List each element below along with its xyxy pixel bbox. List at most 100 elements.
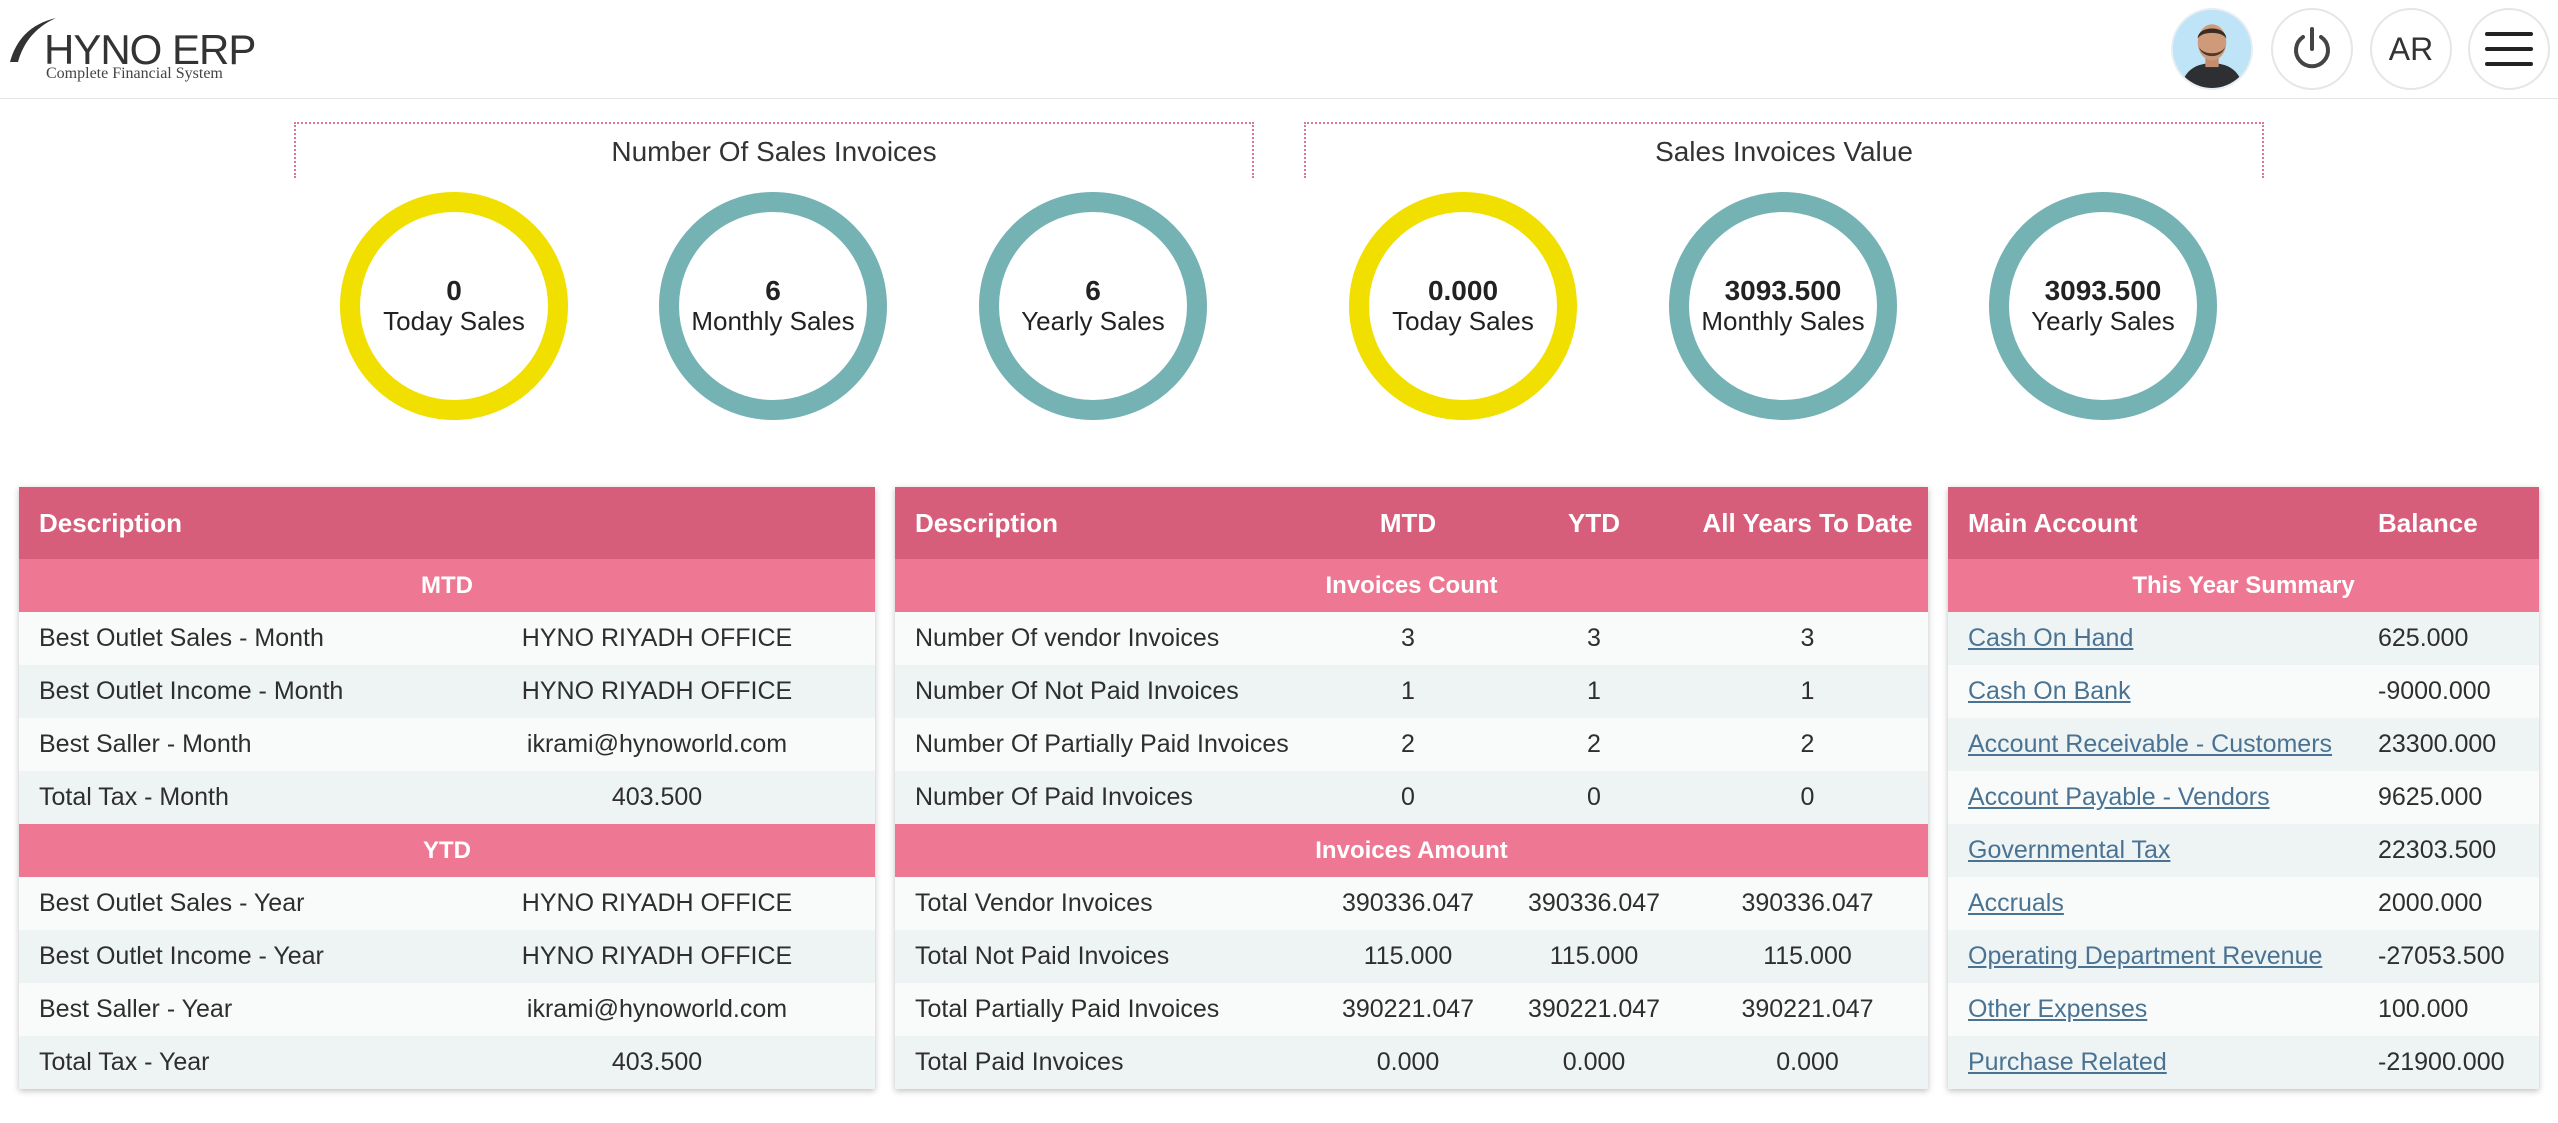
cell-mtd: 115.000 — [1315, 930, 1501, 983]
column-header-all-years: All Years To Date — [1687, 487, 1928, 559]
cell-all: 1 — [1687, 665, 1928, 718]
cell-mtd: 3 — [1315, 612, 1501, 665]
column-header-main-account: Main Account — [1948, 487, 2358, 559]
row-value: ikrami@hynoworld.com — [439, 983, 875, 1036]
kpi-label: Monthly Sales — [691, 306, 855, 336]
kpi-value: 0.000 — [1427, 275, 1499, 306]
account-balances-table: Main Account Balance This Year Summary C… — [1948, 487, 2539, 1089]
table-row: Best Saller - Year ikrami@hynoworld.com — [19, 983, 875, 1036]
table-row: Purchase Related -21900.000 — [1948, 1036, 2539, 1089]
cell-ytd: 115.000 — [1501, 930, 1687, 983]
kpi-ring-monthly-count: 6 Monthly Sales — [659, 192, 887, 420]
kpi-ring-yearly-count: 6 Yearly Sales — [979, 192, 1207, 420]
vendor-invoices-table: Description MTD YTD All Years To Date In… — [895, 487, 1928, 1089]
row-label: Best Outlet Sales - Year — [19, 877, 439, 930]
outlet-summary-table: Description MTD Best Outlet Sales - Mont… — [19, 487, 875, 1089]
table-row: Other Expenses 100.000 — [1948, 983, 2539, 1036]
section-header-this-year-summary: This Year Summary — [1948, 559, 2539, 612]
account-link[interactable]: Account Payable - Vendors — [1968, 783, 2270, 811]
menu-button[interactable] — [2468, 8, 2550, 90]
cell-all: 0.000 — [1687, 1036, 1928, 1089]
cell-mtd: 1 — [1315, 665, 1501, 718]
account-link[interactable]: Purchase Related — [1968, 1048, 2167, 1076]
row-value: 403.500 — [439, 771, 875, 824]
table-row: Operating Department Revenue -27053.500 — [1948, 930, 2539, 983]
cell-mtd: 0 — [1315, 771, 1501, 824]
column-header-ytd: YTD — [1501, 487, 1687, 559]
kpi-ring-monthly-value: 3093.500 Monthly Sales — [1669, 192, 1897, 420]
section-header-mtd: MTD — [19, 559, 875, 612]
row-label: Number Of vendor Invoices — [895, 612, 1315, 665]
table-row: Number Of Paid Invoices 0 0 0 — [895, 771, 1928, 824]
user-photo-icon — [2173, 10, 2251, 88]
table-row: Total Tax - Year 403.500 — [19, 1036, 875, 1089]
table-row: Number Of Not Paid Invoices 1 1 1 — [895, 665, 1928, 718]
table-row: Cash On Hand 625.000 — [1948, 612, 2539, 665]
cell-all: 0 — [1687, 771, 1928, 824]
kpi-label: Today Sales — [383, 306, 525, 336]
section-header-ytd: YTD — [19, 824, 875, 877]
table-row: Total Paid Invoices 0.000 0.000 0.000 — [895, 1036, 1928, 1089]
row-label: Total Partially Paid Invoices — [895, 983, 1315, 1036]
cell-mtd: 0.000 — [1315, 1036, 1501, 1089]
account-balance: -27053.500 — [2358, 930, 2539, 983]
account-balance: 22303.500 — [2358, 824, 2539, 877]
cell-mtd: 390336.047 — [1315, 877, 1501, 930]
cell-ytd: 0.000 — [1501, 1036, 1687, 1089]
account-link[interactable]: Cash On Hand — [1968, 624, 2133, 652]
kpi-label: Yearly Sales — [2031, 306, 2175, 336]
account-link[interactable]: Governmental Tax — [1968, 836, 2170, 864]
row-label: Total Paid Invoices — [895, 1036, 1315, 1089]
hyno-erp-logo[interactable]: HYNO ERP Complete Financial System — [8, 16, 268, 84]
cell-ytd: 390336.047 — [1501, 877, 1687, 930]
row-value: 403.500 — [439, 1036, 875, 1089]
row-label: Number Of Partially Paid Invoices — [895, 718, 1315, 771]
kpi-ring-yearly-value: 3093.500 Yearly Sales — [1989, 192, 2217, 420]
cell-mtd: 390221.047 — [1315, 983, 1501, 1036]
table-row: Total Not Paid Invoices 115.000 115.000 115… — [895, 930, 1928, 983]
cell-ytd: 0 — [1501, 771, 1687, 824]
kpi-label: Today Sales — [1392, 306, 1534, 336]
logout-button[interactable] — [2271, 8, 2353, 90]
row-label: Total Not Paid Invoices — [895, 930, 1315, 983]
row-value: HYNO RIYADH OFFICE — [439, 665, 875, 718]
account-link[interactable]: Other Expenses — [1968, 995, 2147, 1023]
table-row: Best Saller - Month ikrami@hynoworld.com — [19, 718, 875, 771]
cell-mtd: 2 — [1315, 718, 1501, 771]
kpi-group-title: Number Of Sales Invoices — [611, 136, 937, 167]
hamburger-icon — [2485, 32, 2533, 66]
cell-ytd: 3 — [1501, 612, 1687, 665]
account-link[interactable]: Accruals — [1968, 889, 2064, 917]
table-row: Total Tax - Month 403.500 — [19, 771, 875, 824]
row-label: Total Vendor Invoices — [895, 877, 1315, 930]
account-balance: 625.000 — [2358, 612, 2539, 665]
vendor-invoices-panel: Description MTD YTD All Years To Date In… — [895, 487, 1928, 1089]
table-row: Account Payable - Vendors 9625.000 — [1948, 771, 2539, 824]
table-row: Number Of vendor Invoices 3 3 3 — [895, 612, 1928, 665]
account-link[interactable]: Account Receivable - Customers — [1968, 730, 2332, 758]
table-row: Governmental Tax 22303.500 — [1948, 824, 2539, 877]
account-balance: -21900.000 — [2358, 1036, 2539, 1089]
table-row: Accruals 2000.000 — [1948, 877, 2539, 930]
table-row: Total Vendor Invoices 390336.047 390336.04… — [895, 877, 1928, 930]
row-label: Number Of Paid Invoices — [895, 771, 1315, 824]
row-value: ikrami@hynoworld.com — [439, 718, 875, 771]
cell-all: 390336.047 — [1687, 877, 1928, 930]
table-row: Best Outlet Income - Month HYNO RIYADH OF… — [19, 665, 875, 718]
kpi-label: Yearly Sales — [1021, 306, 1165, 336]
kpi-ring-today-count: 0 Today Sales — [340, 192, 568, 420]
account-balance: 100.000 — [2358, 983, 2539, 1036]
account-balance: 2000.000 — [2358, 877, 2539, 930]
section-header-invoices-count: Invoices Count — [895, 559, 1928, 612]
row-label: Best Saller - Month — [19, 718, 439, 771]
row-label: Best Outlet Sales - Month — [19, 612, 439, 665]
column-header-balance: Balance — [2358, 487, 2539, 559]
row-label: Total Tax - Month — [19, 771, 439, 824]
account-link[interactable]: Cash On Bank — [1968, 677, 2131, 705]
cell-all: 3 — [1687, 612, 1928, 665]
account-link[interactable]: Operating Department Revenue — [1968, 942, 2322, 970]
row-value: HYNO RIYADH OFFICE — [439, 877, 875, 930]
account-balance: 9625.000 — [2358, 771, 2539, 824]
language-toggle-button[interactable]: AR — [2370, 8, 2452, 90]
user-avatar[interactable] — [2171, 8, 2253, 90]
